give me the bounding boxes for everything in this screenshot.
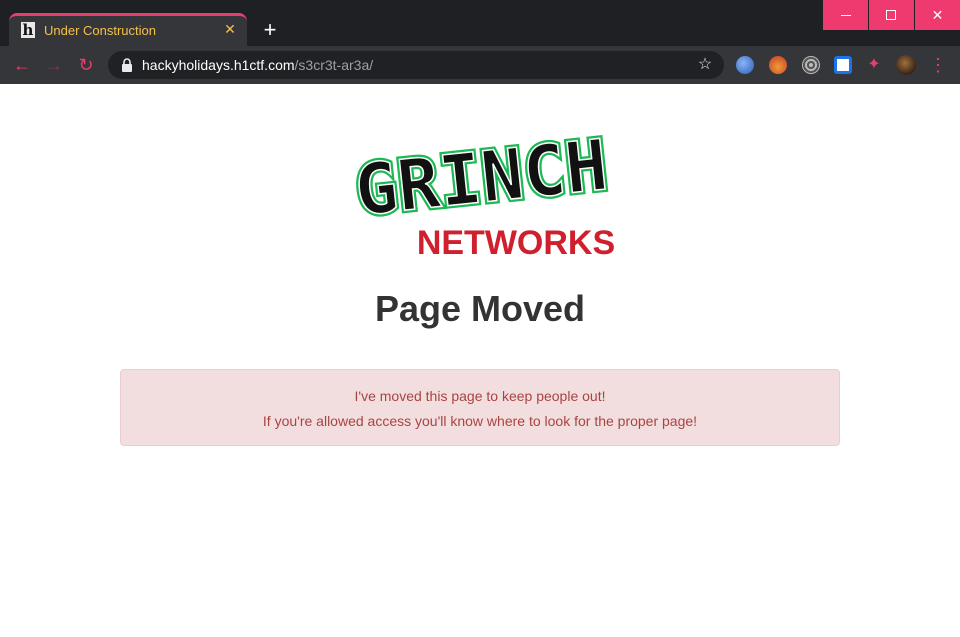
browser-tab[interactable]: h Under Construction ✕ [9,13,247,46]
alert-line-1: I've moved this page to keep people out! [354,388,606,404]
window-close-button[interactable]: ✕ [915,0,960,30]
url-path: /s3cr3t-ar3a/ [294,57,374,73]
lock-icon [122,58,132,72]
site-favicon-icon: h [21,21,35,39]
window-maximize-button[interactable] [869,0,914,30]
puzzle-extensions-icon[interactable]: ✦ [865,56,883,74]
tab-close-icon[interactable]: ✕ [221,20,239,38]
back-button[interactable]: ← [11,54,33,76]
browser-menu-icon[interactable]: ⋮ [929,54,947,76]
address-bar[interactable]: hackyholidays.h1ctf.com/s3cr3t-ar3a/ ☆ [108,51,724,79]
page-title: Page Moved [374,288,586,329]
forward-button[interactable]: → [43,54,65,76]
page-content: GRINCH GRINCH NETWORKS Page Moved I've m… [0,84,960,637]
reload-button[interactable]: ↻ [75,54,97,76]
url-host: hackyholidays.h1ctf.com [142,57,295,73]
url-text[interactable]: hackyholidays.h1ctf.com/s3cr3t-ar3a/ [142,57,373,73]
logo-text-top-inner: GRINCH [351,124,611,232]
logo-text-bottom: NETWORKS [417,224,615,262]
santa-extension-icon[interactable] [769,56,787,74]
maximize-icon [886,10,896,20]
alert-line-2: If you're allowed access you'll know whe… [262,413,698,429]
container-extension-icon[interactable] [834,56,852,74]
profile-avatar[interactable] [896,55,916,75]
grinch-networks-logo: GRINCH GRINCH NETWORKS [348,121,615,262]
new-tab-button[interactable]: + [258,19,282,43]
alert-message: I've moved this page to keep people out!… [120,369,840,446]
bookmark-star-icon[interactable]: ☆ [696,55,714,73]
tab-title: Under Construction [44,23,156,38]
minimize-icon [841,15,851,16]
browser-title-bar: h Under Construction ✕ + ✕ [0,0,960,46]
browser-toolbar: ← → ↻ hackyholidays.h1ctf.com/s3cr3t-ar3… [0,46,960,84]
globe-extension-icon[interactable] [736,56,754,74]
vinyl-extension-icon[interactable] [802,56,820,74]
window-minimize-button[interactable] [823,0,868,30]
